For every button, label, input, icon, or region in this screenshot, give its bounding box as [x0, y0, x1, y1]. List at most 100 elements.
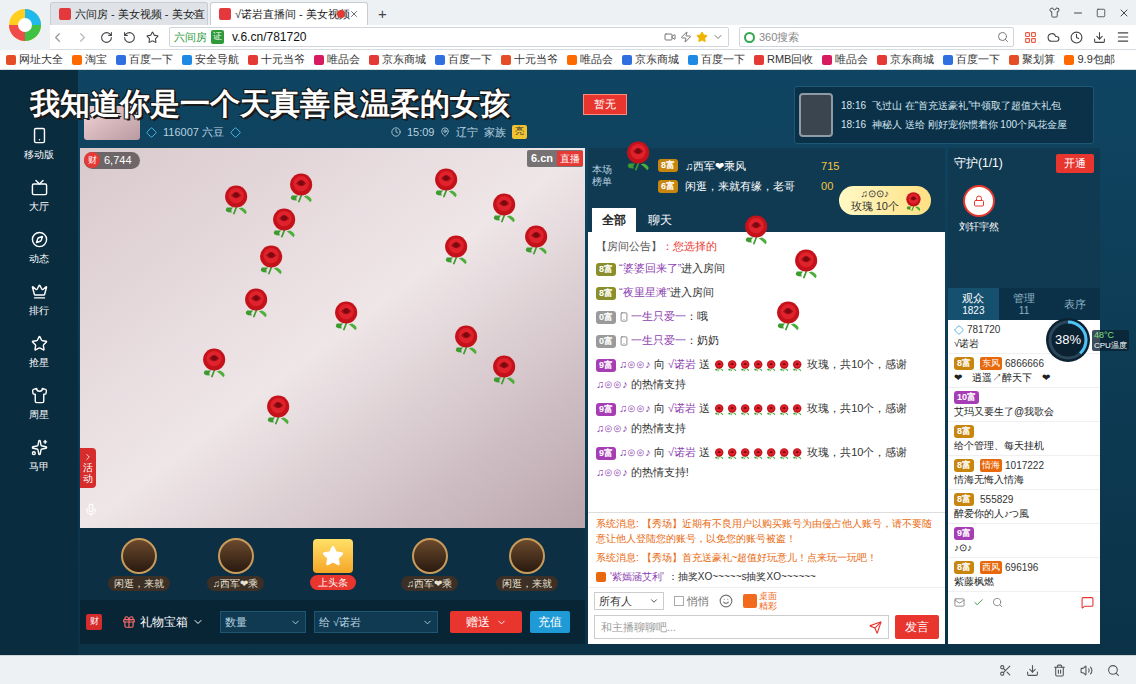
whisper-checkbox[interactable]: 悄悄	[674, 593, 709, 610]
guard-member[interactable]: 刘轩宇然	[954, 185, 1004, 234]
activity-tab[interactable]: 活动	[80, 448, 96, 488]
chat-tab[interactable]: 聊天	[638, 208, 682, 232]
nav-item[interactable]: 动态	[0, 222, 78, 274]
audience-tab[interactable]: 表序	[1049, 288, 1100, 320]
screenshot-icon[interactable]	[999, 664, 1012, 677]
close-window-icon[interactable]	[1118, 7, 1130, 19]
bookmark-item[interactable]: 聚划算	[1009, 51, 1055, 68]
bookmark-item[interactable]: 十元当爷	[501, 51, 558, 68]
bookmark-item[interactable]: 网址大全	[6, 51, 63, 68]
gift-toolbar: 财礼物宝箱数量给 √诺岩赠送充值	[80, 600, 585, 644]
nav-item[interactable]: 排行	[0, 274, 78, 326]
emoji-icon[interactable]	[719, 594, 733, 608]
recipient-field[interactable]: 给 √诺岩	[314, 611, 438, 633]
skin-icon[interactable]	[1049, 7, 1060, 18]
nav-item[interactable]: 抢星	[0, 326, 78, 378]
bookmark-item[interactable]: 京东商城	[622, 51, 679, 68]
reload-icon[interactable]	[100, 31, 113, 44]
close-tab-icon[interactable]	[189, 9, 199, 19]
history-dropdown-icon[interactable]	[712, 31, 724, 43]
download-icon[interactable]	[1026, 664, 1039, 677]
nav-item[interactable]: 周星	[0, 378, 78, 430]
promo-button[interactable]: 桌面精彩	[743, 591, 779, 611]
favorite-icon[interactable]	[146, 31, 159, 44]
audience-row[interactable]: 8富555829醉爱你的人♪つ風ゝ	[948, 490, 1100, 524]
audience-row[interactable]: 8富西风696196紫藤枫燃	[948, 558, 1100, 592]
clean-icon[interactable]	[1053, 664, 1066, 677]
gift-row-item[interactable]: ♫西军❤乘	[392, 538, 468, 591]
close-tab-icon[interactable]	[349, 9, 359, 19]
chat-tab[interactable]: 全部	[592, 208, 636, 232]
speed-icon[interactable]	[680, 31, 692, 43]
audience-row[interactable]: 9富♪⊙♪	[948, 524, 1100, 558]
browser-tab[interactable]: 六间房 - 美女视频 - 美女直	[50, 2, 208, 25]
forward-icon[interactable]	[75, 30, 90, 45]
browser-logo-icon[interactable]	[0, 0, 50, 50]
bookmark-item[interactable]: 百度一下	[943, 51, 1000, 68]
nav-item[interactable]: 马甲	[0, 430, 78, 482]
audience-tab[interactable]: 管理11	[999, 288, 1050, 320]
cloud-icon[interactable]	[1047, 31, 1060, 44]
bookmark-item[interactable]: 京东商城	[877, 51, 934, 68]
gift-row-item[interactable]: ♫西军❤乘	[198, 538, 274, 591]
apps-icon[interactable]	[1024, 31, 1037, 44]
audience-tab[interactable]: 观众1823	[948, 288, 999, 320]
history-icon[interactable]	[1070, 31, 1083, 44]
gift-box-button[interactable]: 礼物宝箱	[122, 613, 204, 631]
bookmark-item[interactable]: 唯品会	[314, 51, 360, 68]
search-box[interactable]: 360搜索	[739, 27, 1014, 47]
gift-row-item[interactable]: 上头条	[295, 539, 371, 590]
nav-item[interactable]: 大厅	[0, 170, 78, 222]
check-icon[interactable]	[973, 597, 984, 608]
bookmark-item[interactable]: 百度一下	[435, 51, 492, 68]
chat-input[interactable]: 和主播聊聊吧...	[594, 615, 889, 639]
bookmark-item[interactable]: RMB回收	[754, 51, 813, 68]
address-bar[interactable]: 六间房证v.6.cn/781720	[169, 27, 729, 47]
undo-icon[interactable]	[123, 31, 136, 44]
nav-item[interactable]: 移动版	[0, 118, 78, 170]
bookmark-item[interactable]: 安全导航	[182, 51, 239, 68]
menu-icon[interactable]	[1116, 30, 1130, 44]
ranking-entry[interactable]: 8富♫西军❤乘风715	[658, 158, 839, 175]
audience-row[interactable]: 8富给个管理、每天挂机	[948, 422, 1100, 456]
send-gift-button[interactable]: 赠送	[450, 611, 522, 633]
cpu-widget[interactable]: 38%48°CCPU温度	[1046, 318, 1129, 362]
bookmark-item[interactable]: 十元当爷	[248, 51, 305, 68]
search-icon[interactable]	[997, 31, 1009, 43]
browser-tab[interactable]: √诺岩直播间 - 美女视频	[210, 2, 368, 25]
open-guard-button[interactable]: 开通	[1056, 154, 1094, 173]
mail-icon[interactable]	[954, 597, 965, 608]
scope-select[interactable]: 所有人	[594, 592, 664, 610]
bookmark-item[interactable]: 百度一下	[688, 51, 745, 68]
audience-row[interactable]: 10富艾玛又要生了@我歌会	[948, 388, 1100, 422]
bookmark-item[interactable]: 唯品会	[822, 51, 868, 68]
volume-icon[interactable]	[1080, 664, 1093, 677]
maximize-icon[interactable]	[1096, 8, 1106, 18]
bookmark-item[interactable]: 9.9包邮	[1064, 51, 1114, 68]
family-label[interactable]: 家族	[484, 124, 506, 141]
gift-row-item[interactable]: 闲逛，来就	[489, 538, 565, 591]
back-icon[interactable]	[50, 30, 65, 45]
bookmark-item[interactable]: 京东商城	[369, 51, 426, 68]
send-message-button[interactable]: 发言	[895, 615, 939, 639]
ranking-entry[interactable]: 6富闲逛，来就有缘，老哥00	[658, 178, 839, 195]
bookmark-item[interactable]: 百度一下	[116, 51, 173, 68]
download-icon[interactable]	[1093, 31, 1106, 44]
bookmark-star-icon[interactable]	[696, 31, 708, 43]
send-icon[interactable]	[869, 621, 882, 634]
new-tab-button[interactable]: +	[370, 3, 395, 25]
recharge-button[interactable]: 充值	[530, 611, 570, 633]
bookmark-item[interactable]: 淘宝	[72, 51, 107, 68]
gift-row-item[interactable]: 闲逛，来就	[101, 538, 177, 591]
zoom-icon[interactable]	[1107, 664, 1120, 677]
mic-icon[interactable]	[84, 503, 98, 517]
bookmark-item[interactable]: 唯品会	[567, 51, 613, 68]
tab-bar: 六间房 - 美女视频 - 美女直√诺岩直播间 - 美女视频+	[50, 0, 1136, 25]
chat-bubble-icon[interactable]	[1081, 596, 1094, 609]
video-icon[interactable]	[664, 31, 676, 43]
search-icon[interactable]	[992, 597, 1003, 608]
quantity-field[interactable]: 数量	[220, 611, 306, 633]
audience-row[interactable]: 8富情海1017222情海无悔入情海	[948, 456, 1100, 490]
guard-section: 守护(1/1)开通刘轩宇然	[948, 148, 1100, 288]
minimize-icon[interactable]	[1072, 7, 1084, 19]
